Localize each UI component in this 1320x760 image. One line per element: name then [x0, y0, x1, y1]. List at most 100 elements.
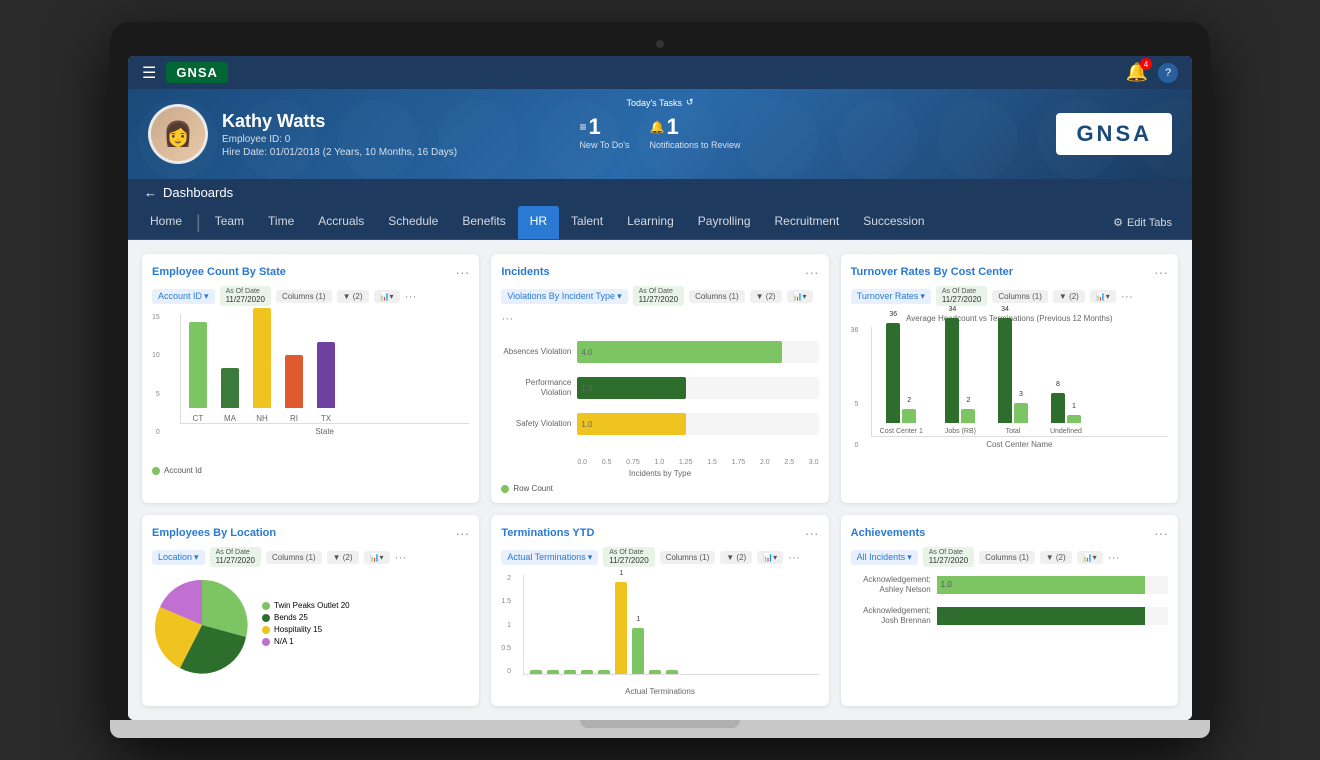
gnsa-logo: GNSA: [166, 62, 228, 83]
widget-controls-achievements: All Incidents ▾ As Of Date 11/27/2020 Co…: [851, 547, 1168, 567]
tab-accruals[interactable]: Accruals: [306, 206, 376, 239]
tab-hr[interactable]: HR: [518, 206, 559, 239]
widget-incidents: Incidents ··· Violations By Incident Typ…: [491, 254, 828, 503]
notification-icon[interactable]: 🔔 4: [1126, 62, 1148, 83]
pie-svg-container: [152, 575, 252, 675]
widget-header-terminations: Terminations YTD ···: [501, 525, 818, 541]
bar-ma: MA: [221, 368, 239, 423]
filter-btn-achievements[interactable]: ▼ (2): [1040, 551, 1072, 564]
chart-type-btn-terminations[interactable]: 📊▾: [757, 551, 783, 564]
hero-hire-info: Hire Date: 01/01/2018 (2 Years, 10 Month…: [222, 147, 457, 158]
widget-title-employee-count: Employee Count By State: [152, 266, 286, 278]
widget-more-terminations[interactable]: ···: [805, 525, 819, 541]
chart-type-btn-employee-count[interactable]: 📊▾: [374, 290, 400, 303]
turnover-rates-filter[interactable]: Turnover Rates ▾: [851, 289, 931, 304]
filter-btn-location[interactable]: ▼ (2): [327, 551, 359, 564]
terminations-chart-area: 2 1.5 1 0.5 0: [501, 575, 818, 685]
hamburger-icon[interactable]: ☰: [142, 63, 156, 83]
back-icon[interactable]: ←: [144, 185, 157, 200]
location-filter[interactable]: Location ▾: [152, 550, 205, 565]
tab-schedule[interactable]: Schedule: [376, 206, 450, 239]
laptop-base: [110, 720, 1210, 738]
widget-options-location[interactable]: ···: [395, 550, 407, 564]
tab-benefits[interactable]: Benefits: [450, 206, 517, 239]
bar-undef-headcount: 8: [1051, 393, 1065, 423]
widget-options-achievements[interactable]: ···: [1108, 550, 1120, 564]
help-button[interactable]: ?: [1158, 63, 1178, 83]
columns-btn-incidents[interactable]: Columns (1): [689, 290, 745, 303]
filter-btn-turnover[interactable]: ▼ (2): [1053, 290, 1085, 303]
incidents-chart: Absences Violation 4.0 Performance Viola…: [501, 333, 818, 457]
date-label-terminations: As Of Date 11/27/2020: [603, 547, 654, 567]
chart-type-btn-location[interactable]: 📊▾: [364, 551, 390, 564]
nav-sep-1: |: [194, 212, 203, 233]
filter-btn-employee-count[interactable]: ▼ (2): [337, 290, 369, 303]
tab-learning[interactable]: Learning: [615, 206, 686, 239]
widget-title-achievements: Achievements: [851, 527, 926, 539]
term-bar-8: [649, 670, 661, 674]
breadcrumb: ← Dashboards: [128, 179, 1192, 206]
columns-btn-turnover[interactable]: Columns (1): [992, 290, 1048, 303]
widget-more-employee-count[interactable]: ···: [455, 264, 469, 280]
notification-badge: 4: [1140, 58, 1152, 70]
turnover-group-total: 34 3 Total: [998, 318, 1028, 436]
gear-icon: ⚙: [1113, 216, 1123, 229]
gnsa-logo-large: GNSA: [1056, 113, 1172, 155]
term-bar-9: [666, 670, 678, 674]
columns-btn-employee-count[interactable]: Columns (1): [276, 290, 332, 303]
hbar-absences: Absences Violation 4.0: [501, 341, 818, 363]
columns-btn-achievements[interactable]: Columns (1): [979, 551, 1035, 564]
tab-succession[interactable]: Succession: [851, 206, 936, 239]
legend-dot-employee-count: [152, 467, 160, 475]
widget-title-turnover: Turnover Rates By Cost Center: [851, 266, 1013, 278]
widget-more-achievements[interactable]: ···: [1154, 525, 1168, 541]
tab-team[interactable]: Team: [203, 206, 256, 239]
ach-row-josh: Acknowledgement: Josh Brennan 1.0: [851, 606, 1168, 625]
tab-home[interactable]: Home: [138, 206, 194, 239]
tab-talent[interactable]: Talent: [559, 206, 615, 239]
widget-header-location: Employees By Location ···: [152, 525, 469, 541]
columns-btn-terminations[interactable]: Columns (1): [660, 551, 716, 564]
legend-dot-bends: [262, 614, 270, 622]
achievements-filter[interactable]: All Incidents ▾: [851, 550, 918, 565]
incident-type-filter[interactable]: Violations By Incident Type ▾: [501, 289, 627, 304]
chart-type-btn-turnover[interactable]: 📊▾: [1090, 290, 1116, 303]
columns-btn-location[interactable]: Columns (1): [266, 551, 322, 564]
widget-options-incidents[interactable]: ···: [501, 311, 513, 325]
bar-ri: RI: [285, 355, 303, 423]
widget-options-terminations[interactable]: ···: [788, 550, 800, 564]
widget-options-employee-count[interactable]: ···: [405, 289, 417, 303]
notifications-item: 🔔 1 Notifications to Review: [650, 114, 741, 150]
widget-header-turnover: Turnover Rates By Cost Center ···: [851, 264, 1168, 280]
tab-recruitment[interactable]: Recruitment: [763, 206, 852, 239]
refresh-icon[interactable]: ↺: [686, 97, 694, 108]
tab-payrolling[interactable]: Payrolling: [686, 206, 763, 239]
chart-type-btn-incidents[interactable]: 📊▾: [787, 290, 813, 303]
date-label-turnover: As Of Date 11/27/2020: [936, 286, 987, 306]
filter-btn-terminations[interactable]: ▼ (2): [720, 551, 752, 564]
edit-tabs-button[interactable]: ⚙ Edit Tabs: [1103, 210, 1182, 235]
pie-legend-hospitality: Hospitality 15: [262, 625, 350, 634]
pie-svg: [152, 575, 252, 675]
ach-row-ashley: Acknowledgement: Ashley Nelson 1.0: [851, 575, 1168, 594]
bar-cc1-term: 2: [902, 409, 916, 423]
notifications-label: Notifications to Review: [650, 140, 741, 150]
widget-more-location[interactable]: ···: [455, 525, 469, 541]
widget-more-turnover[interactable]: ···: [1154, 264, 1168, 280]
dashboard: Employee Count By State ··· Account ID ▾…: [128, 240, 1192, 720]
widget-options-turnover[interactable]: ···: [1121, 289, 1133, 303]
avatar: 👩: [148, 104, 208, 164]
edit-tabs-label: Edit Tabs: [1127, 217, 1172, 229]
filter-btn-incidents[interactable]: ▼ (2): [750, 290, 782, 303]
terminations-filter[interactable]: Actual Terminations ▾: [501, 550, 598, 565]
nav-tabs: Home | Team Time Accruals Schedule Benef…: [128, 206, 1192, 240]
widget-more-incidents[interactable]: ···: [805, 264, 819, 280]
tab-time[interactable]: Time: [256, 206, 306, 239]
breadcrumb-label: Dashboards: [163, 185, 233, 200]
legend-dot-na: [262, 638, 270, 646]
hero-left: 👩 Kathy Watts Employee ID: 0 Hire Date: …: [148, 104, 457, 164]
account-id-filter[interactable]: Account ID ▾: [152, 289, 215, 304]
widget-header-employee-count: Employee Count By State ···: [152, 264, 469, 280]
turnover-group-cc1: 36 2 Cost Center 1: [880, 323, 923, 436]
chart-type-btn-achievements[interactable]: 📊▾: [1077, 551, 1103, 564]
